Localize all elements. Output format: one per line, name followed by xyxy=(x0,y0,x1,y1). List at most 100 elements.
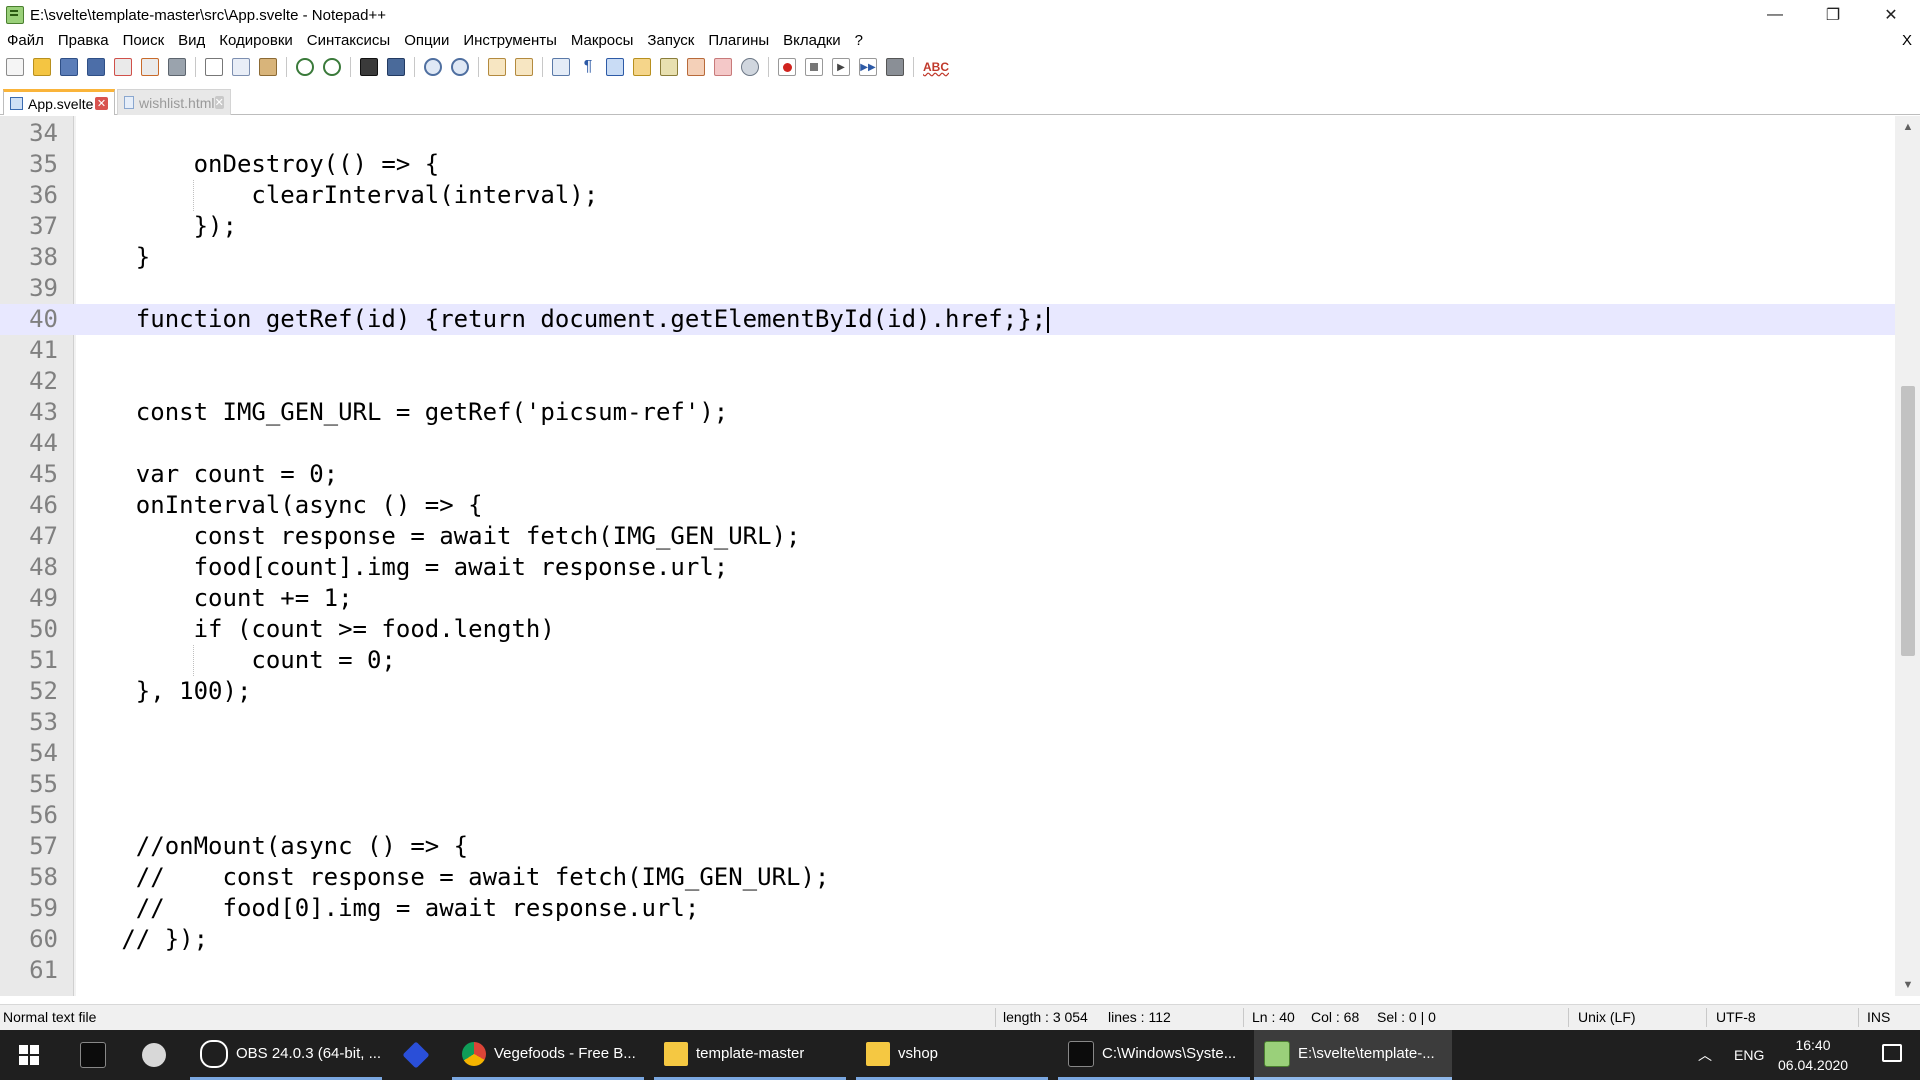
code-line[interactable]: 50 if (count >= food.length) xyxy=(0,614,1895,645)
status-encoding[interactable]: UTF-8 xyxy=(1716,1005,1756,1030)
code-text[interactable]: count += 1; xyxy=(78,583,353,614)
run-macro-multiple-icon[interactable]: ▶▶ xyxy=(859,58,877,76)
code-line[interactable]: 52 }, 100); xyxy=(0,676,1895,707)
paste-icon[interactable] xyxy=(259,58,277,76)
menu-search[interactable]: Поиск xyxy=(116,30,172,52)
undo-icon[interactable] xyxy=(296,58,314,76)
start-button[interactable] xyxy=(0,1030,58,1080)
code-line[interactable]: 60 // }); xyxy=(0,924,1895,955)
zoom-in-icon[interactable] xyxy=(424,58,442,76)
save-icon[interactable] xyxy=(60,58,78,76)
close-icon[interactable] xyxy=(114,58,132,76)
code-line[interactable]: 35 onDestroy(() => { xyxy=(0,149,1895,180)
notification-center-icon[interactable] xyxy=(1882,1044,1902,1062)
code-line[interactable]: 53 xyxy=(0,707,1895,738)
code-text[interactable]: // const response = await fetch(IMG_GEN_… xyxy=(78,862,830,893)
cut-icon[interactable] xyxy=(205,58,223,76)
menu-encoding[interactable]: Кодировки xyxy=(212,30,299,52)
code-text[interactable]: //onMount(async () => { xyxy=(78,831,468,862)
code-line[interactable]: 36 clearInterval(interval); xyxy=(0,180,1895,211)
code-line[interactable]: 45 var count = 0; xyxy=(0,459,1895,490)
doc-list-icon[interactable] xyxy=(714,58,732,76)
doc-map-icon[interactable] xyxy=(633,58,651,76)
code-line[interactable]: 58 // const response = await fetch(IMG_G… xyxy=(0,862,1895,893)
replace-icon[interactable] xyxy=(387,58,405,76)
tab-close-icon[interactable]: ✕ xyxy=(95,97,108,110)
close-window-button[interactable]: ✕ xyxy=(1862,0,1920,30)
code-line[interactable]: 39 xyxy=(0,273,1895,304)
folder-workspace-icon[interactable] xyxy=(687,58,705,76)
code-lines[interactable]: 34 35 onDestroy(() => {36 clearInterval(i… xyxy=(0,118,1895,986)
tray-chevron-up-icon[interactable]: ︿ xyxy=(1698,1045,1712,1065)
play-macro-icon[interactable]: ▶ xyxy=(832,58,850,76)
indent-guide-icon[interactable] xyxy=(606,58,624,76)
menu-settings[interactable]: Опции xyxy=(397,30,456,52)
vertical-scrollbar[interactable]: ▲ ▼ xyxy=(1895,116,1920,996)
tab-wishlist-html[interactable]: wishlist.html ✕ xyxy=(117,89,231,115)
monitor-icon[interactable] xyxy=(741,58,759,76)
taskbar-cmd[interactable] xyxy=(68,1030,118,1080)
code-line[interactable]: 57 //onMount(async () => { xyxy=(0,831,1895,862)
redo-icon[interactable] xyxy=(323,58,341,76)
sync-h-icon[interactable] xyxy=(515,58,533,76)
code-line[interactable]: 49 count += 1; xyxy=(0,583,1895,614)
code-line[interactable]: 59 // food[0].img = await response.url; xyxy=(0,893,1895,924)
code-text[interactable]: food[count].img = await response.url; xyxy=(78,552,729,583)
find-icon[interactable] xyxy=(360,58,378,76)
zoom-out-icon[interactable] xyxy=(451,58,469,76)
code-text[interactable]: } xyxy=(78,242,150,273)
menu-run[interactable]: Запуск xyxy=(640,30,701,52)
code-text[interactable]: var count = 0; xyxy=(78,459,338,490)
menu-plugins[interactable]: Плагины xyxy=(701,30,776,52)
code-line[interactable]: 42 xyxy=(0,366,1895,397)
sync-v-icon[interactable] xyxy=(488,58,506,76)
code-line[interactable]: 38 } xyxy=(0,242,1895,273)
show-all-chars-icon[interactable]: ¶ xyxy=(579,58,597,76)
menu-help[interactable]: ? xyxy=(848,30,870,52)
taskbar-folder-template-master[interactable]: template-master xyxy=(654,1030,846,1080)
save-all-icon[interactable] xyxy=(87,58,105,76)
code-line[interactable]: 37 }); xyxy=(0,211,1895,242)
code-line[interactable]: 34 xyxy=(0,118,1895,149)
menu-view[interactable]: Вид xyxy=(171,30,212,52)
code-line[interactable]: 48 food[count].img = await response.url; xyxy=(0,552,1895,583)
taskbar-obs[interactable]: OBS 24.0.3 (64-bit, ... xyxy=(190,1030,382,1080)
new-file-icon[interactable] xyxy=(6,58,24,76)
code-line[interactable]: 56 xyxy=(0,800,1895,831)
taskbar-folder-vshop[interactable]: vshop xyxy=(856,1030,1048,1080)
code-text[interactable]: // food[0].img = await response.url; xyxy=(78,893,700,924)
menu-window[interactable]: Вкладки xyxy=(776,30,848,52)
code-text[interactable]: }, 100); xyxy=(78,676,252,707)
stop-macro-icon[interactable] xyxy=(805,58,823,76)
code-text[interactable]: clearInterval(interval); xyxy=(78,180,598,211)
taskbar-paint-app[interactable] xyxy=(130,1030,180,1080)
code-line[interactable]: 41 xyxy=(0,335,1895,366)
code-text[interactable]: }); xyxy=(78,211,237,242)
taskbar-terminal[interactable]: C:\Windows\Syste... xyxy=(1058,1030,1250,1080)
code-line[interactable]: 43 const IMG_GEN_URL = getRef('picsum-re… xyxy=(0,397,1895,428)
code-line[interactable]: 46 onInterval(async () => { xyxy=(0,490,1895,521)
tab-app-svelte[interactable]: App.svelte ✕ xyxy=(3,89,115,115)
code-text[interactable]: onInterval(async () => { xyxy=(78,490,483,521)
taskbar-notepadpp[interactable]: E:\svelte\template-... xyxy=(1254,1030,1452,1080)
code-text[interactable]: function getRef(id) {return document.get… xyxy=(78,304,1050,335)
copy-icon[interactable] xyxy=(232,58,250,76)
record-macro-icon[interactable] xyxy=(778,58,796,76)
code-text[interactable]: // }); xyxy=(78,924,208,955)
word-wrap-icon[interactable] xyxy=(552,58,570,76)
menu-file[interactable]: Файл xyxy=(0,30,51,52)
code-line[interactable]: 54 xyxy=(0,738,1895,769)
code-line[interactable]: 44 xyxy=(0,428,1895,459)
minimize-button[interactable]: — xyxy=(1746,0,1804,30)
code-text[interactable]: onDestroy(() => { xyxy=(78,149,440,180)
code-text[interactable]: const IMG_GEN_URL = getRef('picsum-ref')… xyxy=(78,397,728,428)
save-macro-icon[interactable] xyxy=(886,58,904,76)
taskbar-chrome[interactable]: Vegefoods - Free B... xyxy=(452,1030,644,1080)
code-text[interactable]: count = 0; xyxy=(78,645,396,676)
code-text[interactable]: const response = await fetch(IMG_GEN_URL… xyxy=(78,521,801,552)
code-text[interactable]: if (count >= food.length) xyxy=(78,614,555,645)
scroll-down-icon[interactable]: ▼ xyxy=(1901,978,1915,992)
tray-language[interactable]: ENG xyxy=(1734,1047,1764,1063)
function-list-icon[interactable] xyxy=(660,58,678,76)
code-line[interactable]: 61 xyxy=(0,955,1895,986)
